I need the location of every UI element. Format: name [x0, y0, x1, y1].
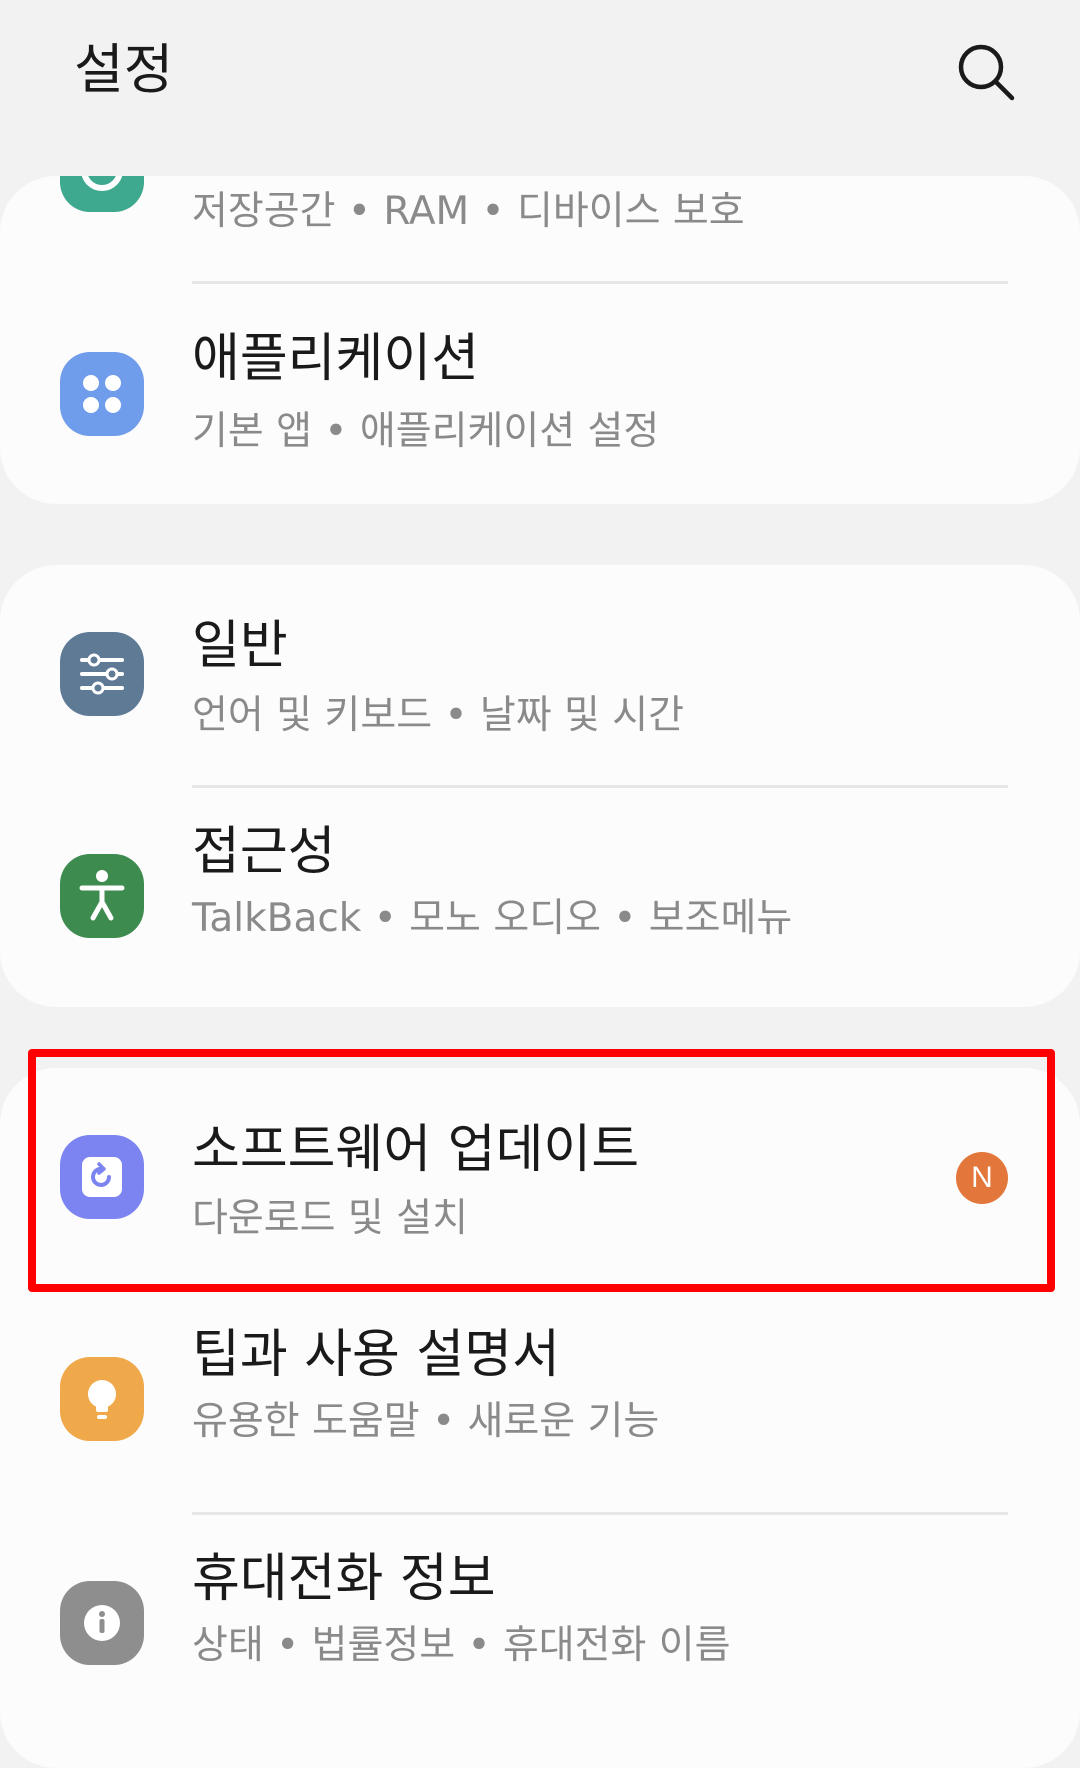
apps-grid-icon: [60, 352, 144, 436]
settings-item-subtitle: TalkBack • 모노 오디오 • 보조메뉴: [192, 896, 793, 941]
settings-item-general[interactable]: 일반 언어 및 키보드 • 날짜 및 시간: [0, 565, 1080, 785]
settings-item-tips[interactable]: 팁과 사용 설명서 유용한 도움말 • 새로운 기능: [0, 1290, 1080, 1510]
settings-item-device-care[interactable]: 저장공간 • RAM • 디바이스 보호: [0, 176, 1080, 280]
settings-item-subtitle: 다운로드 및 설치: [192, 1196, 468, 1241]
new-badge: N: [956, 1152, 1008, 1204]
settings-item-subtitle: 저장공간 • RAM • 디바이스 보호: [192, 189, 745, 234]
search-button[interactable]: [950, 36, 1022, 108]
settings-item-subtitle: 기본 앱 • 애플리케이션 설정: [192, 409, 660, 454]
settings-item-software-update[interactable]: 소프트웨어 업데이트 다운로드 및 설치 N: [0, 1068, 1080, 1288]
info-icon: [60, 1581, 144, 1665]
settings-card-general: 일반 언어 및 키보드 • 날짜 및 시간 접근성 TalkBack • 모노 …: [0, 565, 1080, 1007]
settings-card-device: 저장공간 • RAM • 디바이스 보호 애플리케이션 기본 앱 • 애플리케이…: [0, 176, 1080, 504]
sliders-icon: [60, 632, 144, 716]
settings-item-about-phone[interactable]: 휴대전화 정보 상태 • 법률정보 • 휴대전화 이름: [0, 1514, 1080, 1734]
settings-item-title: 소프트웨어 업데이트: [192, 1120, 640, 1180]
lightbulb-icon: [60, 1357, 144, 1441]
settings-item-accessibility[interactable]: 접근성 TalkBack • 모노 오디오 • 보조메뉴: [0, 787, 1080, 1007]
settings-item-title: 휴대전화 정보: [192, 1549, 496, 1609]
update-icon: [60, 1135, 144, 1219]
top-bar: 설정: [0, 0, 1080, 150]
settings-item-applications[interactable]: 애플리케이션 기본 앱 • 애플리케이션 설정: [0, 284, 1080, 504]
settings-item-title: 팁과 사용 설명서: [192, 1325, 560, 1385]
settings-item-title: 애플리케이션: [192, 329, 480, 389]
device-care-icon: [60, 176, 144, 212]
settings-item-subtitle: 상태 • 법률정보 • 휴대전화 이름: [192, 1623, 731, 1668]
page-title: 설정: [74, 38, 174, 101]
settings-item-subtitle: 언어 및 키보드 • 날짜 및 시간: [192, 693, 685, 738]
settings-card-updates: 소프트웨어 업데이트 다운로드 및 설치 N 팁과 사용 설명서 유용한 도움말…: [0, 1068, 1080, 1768]
settings-item-title: 접근성: [192, 822, 336, 882]
search-icon: [958, 44, 1015, 101]
settings-item-title: 일반: [192, 616, 288, 676]
settings-item-subtitle: 유용한 도움말 • 새로운 기능: [192, 1399, 660, 1444]
accessibility-icon: [60, 854, 144, 938]
